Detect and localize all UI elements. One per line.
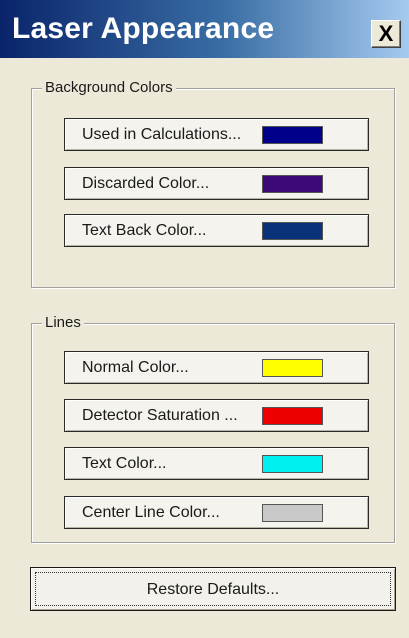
discarded-color-label: Discarded Color... (82, 175, 210, 192)
discarded-color-button[interactable]: Discarded Color... (64, 167, 369, 200)
used-in-calculations-swatch (262, 126, 323, 144)
used-in-calculations-button[interactable]: Used in Calculations... (64, 118, 369, 151)
detector-saturation-swatch (262, 407, 323, 425)
used-in-calculations-label: Used in Calculations... (82, 126, 242, 143)
lines-label: Lines (42, 314, 84, 332)
text-color-label: Text Color... (82, 455, 167, 472)
text-back-color-label: Text Back Color... (82, 222, 207, 239)
normal-color-button[interactable]: Normal Color... (64, 351, 369, 384)
close-icon: X (378, 21, 394, 46)
center-line-color-label: Center Line Color... (82, 504, 220, 521)
text-color-button[interactable]: Text Color... (64, 447, 369, 480)
text-back-color-button[interactable]: Text Back Color... (64, 214, 369, 247)
normal-color-label: Normal Color... (82, 359, 189, 376)
text-color-swatch (262, 455, 323, 473)
detector-saturation-label: Detector Saturation ... (82, 407, 238, 424)
restore-defaults-label: Restore Defaults... (146, 581, 280, 598)
discarded-color-swatch (262, 175, 323, 193)
title-bar: Laser Appearance X (0, 0, 409, 58)
center-line-color-swatch (262, 504, 323, 522)
restore-defaults-button[interactable]: Restore Defaults... (30, 567, 396, 611)
text-back-color-swatch (262, 222, 323, 240)
background-colors-label: Background Colors (42, 79, 176, 97)
center-line-color-button[interactable]: Center Line Color... (64, 496, 369, 529)
close-button[interactable]: X (371, 20, 401, 48)
normal-color-swatch (262, 359, 323, 377)
detector-saturation-button[interactable]: Detector Saturation ... (64, 399, 369, 432)
window-title: Laser Appearance (12, 12, 275, 45)
